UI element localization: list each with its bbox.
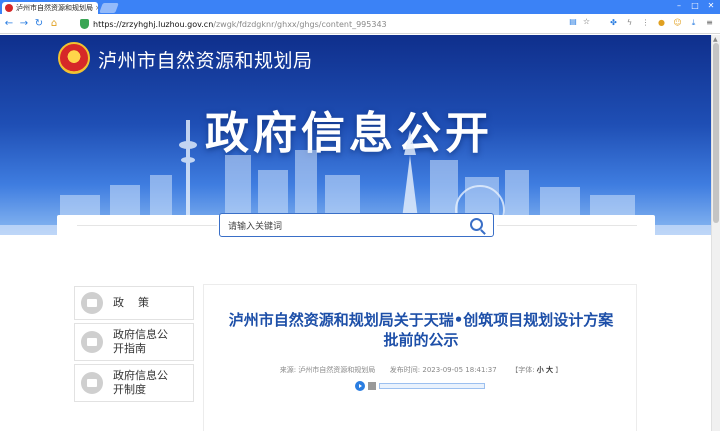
- scrollbar-thumb[interactable]: [713, 43, 719, 223]
- url-path: /zwgk/fdzdgknr/ghxx/ghgs/content_995343: [213, 19, 387, 29]
- sidebar-item-guide[interactable]: 政府信息公开指南: [74, 323, 194, 361]
- sidebar-item-label: 政策: [113, 296, 163, 310]
- document-icon: [81, 372, 103, 394]
- address-bar[interactable]: https:// zrzyhghj.luzhou.gov.cn /zwgk/fd…: [80, 17, 590, 31]
- sidebar-item-policy[interactable]: 政策: [74, 286, 194, 320]
- article-title: 泸州市自然资源和规划局关于天瑞•创筑项目规划设计方案批前的公示: [228, 311, 614, 350]
- font-size-label: 【字体:: [511, 366, 535, 374]
- lightning-icon[interactable]: ϟ: [625, 18, 634, 28]
- new-tab-button[interactable]: [99, 3, 119, 13]
- search-icon[interactable]: [470, 218, 483, 231]
- font-size-close: 】: [555, 366, 563, 374]
- site-favicon-icon: [5, 4, 13, 12]
- minimize-icon[interactable]: –: [674, 1, 684, 10]
- grid-icon[interactable]: ⋮: [641, 18, 650, 28]
- browser-toolbar: ← → ↻ ⌂ https:// zrzyhghj.luzhou.gov.cn …: [0, 14, 720, 34]
- sidebar-item-label: 政府信息公开指南: [113, 328, 168, 355]
- star-icon[interactable]: ☆: [583, 17, 590, 26]
- menu-icon[interactable]: ≡: [705, 18, 714, 28]
- folder-icon: [81, 331, 103, 353]
- tab-close-icon[interactable]: ×: [93, 4, 98, 12]
- article-meta: 来源: 泸州市自然资源和规划局 发布时间: 2023-09-05 18:41:3…: [204, 365, 638, 375]
- coin-icon[interactable]: ●: [657, 18, 666, 28]
- download-icon[interactable]: ⤓: [689, 18, 698, 28]
- search-input[interactable]: 请输入关键词: [219, 213, 494, 237]
- shield-icon: [80, 19, 89, 29]
- page-scrollbar[interactable]: ▲: [711, 35, 720, 431]
- address-bar-actions: ▤ ☆: [569, 17, 590, 26]
- source-label: 来源:: [279, 366, 297, 374]
- stop-icon[interactable]: [368, 382, 376, 390]
- font-large-button[interactable]: 大: [546, 366, 553, 374]
- home-icon[interactable]: ⌂: [48, 18, 60, 29]
- browser-tools: ✤ ϟ ⋮ ● ☺ ⤓ ≡: [609, 18, 714, 28]
- reader-icon[interactable]: ▤: [569, 17, 577, 26]
- extension-icon[interactable]: ✤: [609, 18, 618, 28]
- tab-title: 泸州市自然资源和规划局: [16, 4, 93, 12]
- sidebar-item-label: 政府信息公开制度: [113, 369, 168, 396]
- search-divider-left: [77, 225, 217, 226]
- audio-progress-track[interactable]: [379, 383, 485, 389]
- sidebar-nav: 政策 政府信息公开指南 政府信息公开制度: [74, 286, 194, 405]
- scroll-up-icon[interactable]: ▲: [713, 36, 718, 43]
- play-icon[interactable]: [355, 381, 365, 391]
- window-controls: – □ ✕: [674, 1, 716, 10]
- folder-icon: [81, 292, 103, 314]
- browser-tab-bar: 泸州市自然资源和规划局 × – □ ✕: [0, 0, 720, 14]
- smiley-icon[interactable]: ☺: [673, 18, 682, 28]
- maximize-icon[interactable]: □: [690, 1, 700, 10]
- close-window-icon[interactable]: ✕: [706, 1, 716, 10]
- bureau-name: 泸州市自然资源和规划局: [98, 50, 313, 72]
- time-label: 发布时间:: [389, 366, 421, 374]
- refresh-icon[interactable]: ↻: [33, 18, 45, 29]
- sidebar-item-system[interactable]: 政府信息公开制度: [74, 364, 194, 402]
- url-host: zrzyhghj.luzhou.gov.cn: [121, 19, 214, 29]
- time-value: 2023-09-05 18:41:37: [422, 366, 497, 374]
- search-divider-right: [497, 225, 637, 226]
- audio-player: [355, 380, 485, 392]
- national-emblem-icon: ★: [58, 42, 90, 74]
- source-value: 泸州市自然资源和规划局: [298, 366, 376, 374]
- article-card: 泸州市自然资源和规划局关于天瑞•创筑项目规划设计方案批前的公示 来源: 泸州市自…: [203, 284, 637, 431]
- back-icon[interactable]: ←: [3, 18, 15, 29]
- browser-tab[interactable]: 泸州市自然资源和规划局 ×: [2, 2, 98, 14]
- header-banner: ★ 泸州市自然资源和规划局 政府信息公开: [0, 35, 711, 235]
- search-placeholder: 请输入关键词: [228, 221, 283, 232]
- forward-icon[interactable]: →: [18, 18, 30, 29]
- url-scheme: https://: [93, 19, 122, 29]
- font-small-button[interactable]: 小: [537, 366, 544, 374]
